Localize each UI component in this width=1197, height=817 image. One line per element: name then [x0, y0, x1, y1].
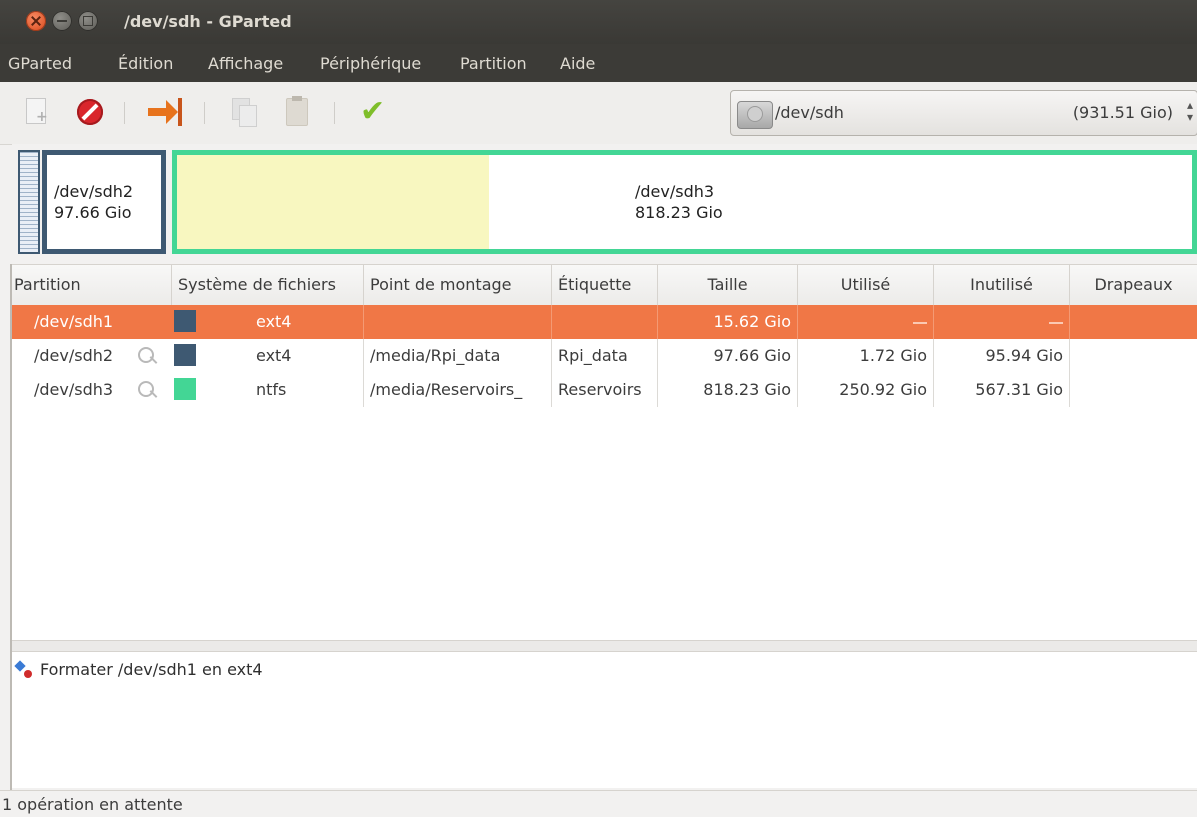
hard-disk-icon	[737, 101, 773, 129]
table-row[interactable]: /dev/sdh1 ext4 15.62 Gio	[12, 305, 1197, 339]
row-label	[552, 305, 658, 339]
row-partition: /dev/sdh1	[34, 312, 114, 331]
row-label: Reservoirs	[552, 373, 658, 407]
row-size: 818.23 Gio	[658, 373, 798, 407]
operation-item[interactable]: Formater /dev/sdh1 en ext4	[40, 660, 263, 679]
diskmap-sdh3-name: /dev/sdh3	[635, 182, 715, 201]
copy-button[interactable]	[226, 94, 262, 130]
mounted-key-icon	[138, 381, 154, 397]
row-partition: /dev/sdh2	[34, 346, 114, 365]
row-size: 97.66 Gio	[658, 339, 798, 373]
paste-button[interactable]	[278, 94, 314, 130]
row-used: 1.72 Gio	[798, 339, 934, 373]
used-unavailable-dash	[913, 321, 927, 324]
row-unused: 567.31 Gio	[934, 373, 1070, 407]
diskmap-sdh3-used-space	[177, 155, 489, 249]
row-label: Rpi_data	[552, 339, 658, 373]
pane-resize-handle[interactable]	[12, 640, 1197, 652]
paste-icon	[286, 96, 308, 126]
device-selector[interactable]: /dev/sdh (931.51 Gio) ▴ ▾	[730, 90, 1197, 136]
status-text: 1 opération en attente	[2, 795, 183, 814]
row-size: 15.62 Gio	[658, 305, 798, 339]
column-header-unused[interactable]: Inutilisé	[934, 265, 1070, 305]
column-header-size[interactable]: Taille	[658, 265, 798, 305]
title-bar: /dev/sdh - GParted	[0, 0, 1197, 44]
menu-bar: GParted Édition Affichage Périphérique P…	[0, 44, 1197, 82]
table-row[interactable]: /dev/sdh3 ntfs /media/Reservoirs_ Reserv…	[12, 373, 1197, 407]
column-header-label[interactable]: Étiquette	[552, 265, 658, 305]
column-header-mountpoint[interactable]: Point de montage	[364, 265, 552, 305]
diskmap-sdh2-label: /dev/sdh2 97.66 Gio	[54, 181, 133, 223]
row-filesystem: ext4	[202, 339, 364, 373]
minimize-window-button[interactable]	[52, 11, 72, 31]
row-used: 250.92 Gio	[798, 373, 934, 407]
unused-unavailable-dash	[1049, 321, 1063, 324]
filesystem-color-swatch	[174, 310, 196, 332]
window-title: /dev/sdh - GParted	[124, 12, 292, 31]
copy-icon	[232, 98, 257, 127]
diskmap-sdh3-size: 818.23 Gio	[635, 203, 723, 222]
table-header: Partition Système de fichiers Point de m…	[12, 265, 1197, 306]
menu-partition[interactable]: Partition	[460, 54, 527, 73]
diskmap-sdh3-label: /dev/sdh3 818.23 Gio	[635, 181, 723, 223]
device-name: /dev/sdh	[775, 103, 844, 122]
status-bar: 1 opération en attente	[0, 790, 1197, 817]
filesystem-color-swatch	[174, 378, 196, 400]
row-mountpoint	[364, 305, 552, 339]
format-operation-icon	[14, 660, 34, 678]
delete-partition-button[interactable]	[72, 94, 108, 130]
column-header-flags[interactable]: Drapeaux	[1070, 265, 1197, 305]
diskmap-sdh2-size: 97.66 Gio	[54, 203, 132, 222]
filesystem-color-swatch	[174, 344, 196, 366]
resize-move-button[interactable]	[148, 94, 184, 130]
new-partition-button[interactable]	[18, 94, 54, 130]
spinner-arrows-icon: ▴ ▾	[1186, 98, 1193, 124]
row-flags	[1070, 339, 1197, 373]
column-header-used[interactable]: Utilisé	[798, 265, 934, 305]
mounted-key-icon	[138, 347, 154, 363]
toolbar-separator	[124, 102, 125, 124]
row-used	[798, 305, 934, 339]
menu-edition[interactable]: Édition	[118, 54, 173, 73]
disk-partition-map: /dev/sdh2 97.66 Gio /dev/sdh3 818.23 Gio	[12, 144, 1197, 262]
row-mountpoint: /media/Rpi_data	[364, 339, 552, 373]
row-unused: 95.94 Gio	[934, 339, 1070, 373]
menu-aide[interactable]: Aide	[560, 54, 595, 73]
resize-move-bar	[178, 98, 182, 126]
partition-table: Partition Système de fichiers Point de m…	[12, 264, 1197, 641]
apply-check-icon: ✔	[360, 94, 386, 129]
maximize-window-button[interactable]	[78, 11, 98, 31]
new-partition-icon	[26, 98, 48, 125]
menu-gparted[interactable]: GParted	[8, 54, 72, 73]
row-filesystem: ntfs	[202, 373, 364, 407]
diskmap-partition-sdh3[interactable]: /dev/sdh3 818.23 Gio	[172, 150, 1197, 254]
apply-button[interactable]: ✔	[356, 94, 392, 130]
toolbar: ✔ /dev/sdh (931.51 Gio) ▴▾	[0, 82, 1197, 145]
row-partition: /dev/sdh3	[34, 380, 114, 399]
row-unused	[934, 305, 1070, 339]
toolbar-separator	[334, 102, 335, 124]
menu-peripherique[interactable]: Périphérique	[320, 54, 421, 73]
device-size: (931.51 Gio)	[1072, 103, 1173, 122]
diskmap-partition-sdh2[interactable]: /dev/sdh2 97.66 Gio	[42, 150, 166, 254]
column-header-partition[interactable]: Partition	[12, 265, 172, 305]
diskmap-partition-sdh1[interactable]	[18, 150, 40, 254]
table-row[interactable]: /dev/sdh2 ext4 /media/Rpi_data Rpi_data …	[12, 339, 1197, 373]
pending-operations-list: Formater /dev/sdh1 en ext4	[12, 652, 1197, 788]
row-mountpoint: /media/Reservoirs_	[364, 373, 552, 407]
row-filesystem: ext4	[202, 305, 364, 339]
delete-icon	[77, 99, 103, 125]
row-flags	[1070, 305, 1197, 339]
diskmap-sdh2-name: /dev/sdh2	[54, 182, 134, 201]
menu-affichage[interactable]: Affichage	[208, 54, 283, 73]
column-header-filesystem[interactable]: Système de fichiers	[172, 265, 364, 305]
row-flags	[1070, 373, 1197, 407]
close-window-button[interactable]	[26, 11, 46, 31]
toolbar-separator	[204, 102, 205, 124]
resize-move-icon	[148, 100, 178, 124]
